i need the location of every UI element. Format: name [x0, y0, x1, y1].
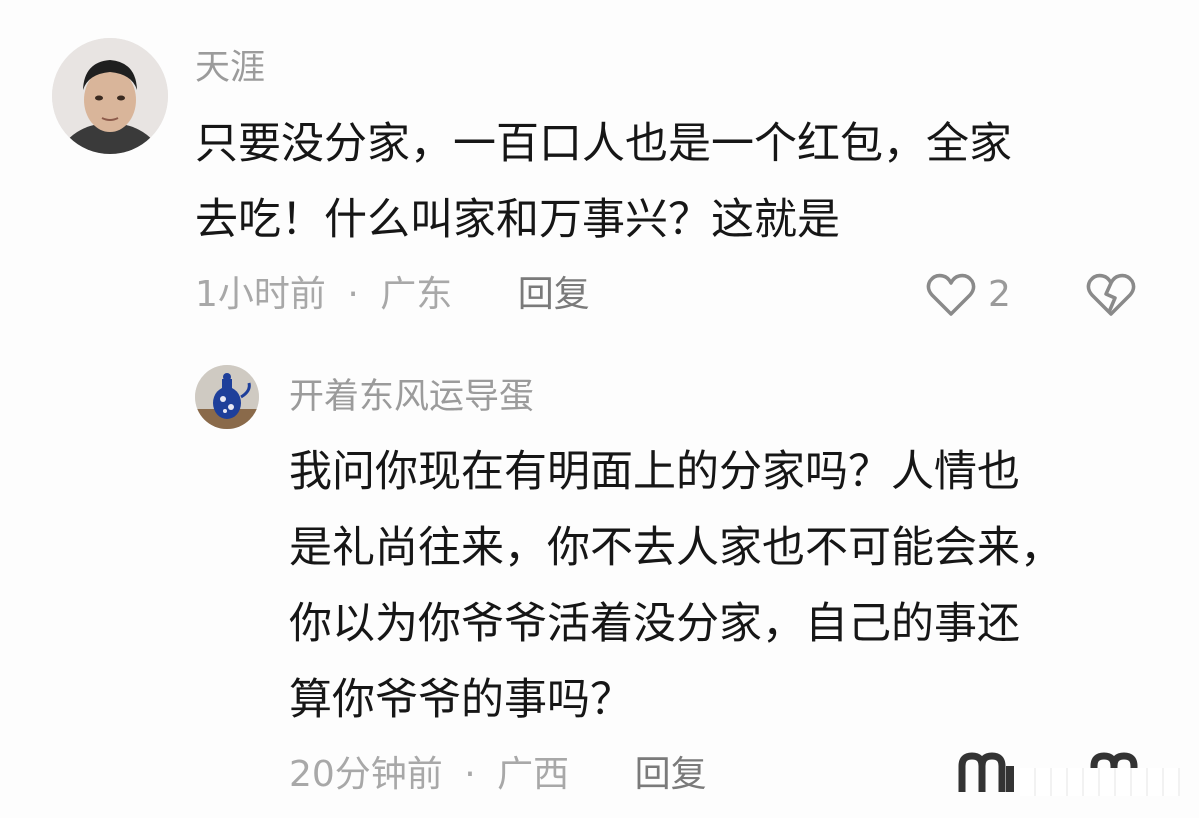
comment-line: 是礼尚往来，你不去人家也不可能会来，	[289, 523, 1063, 573]
separator: ·	[347, 274, 359, 315]
comment-line: 算你爷爷的事吗？	[289, 675, 633, 725]
separator: ·	[464, 754, 476, 795]
broken-heart-icon[interactable]	[1086, 272, 1136, 318]
location: 广东	[380, 274, 453, 315]
heart-outline-icon[interactable]	[956, 752, 1018, 792]
location: 广西	[497, 754, 570, 795]
avatar[interactable]	[195, 365, 259, 429]
username[interactable]: 开着东风运导蛋	[289, 377, 534, 417]
comment-body: 我问你现在有明面上的分家吗？人情也 是礼尚往来，你不去人家也不可能会来， 你以为…	[289, 434, 1063, 738]
reply-button[interactable]: 回复	[635, 754, 707, 795]
heart-outline-icon[interactable]	[926, 272, 976, 318]
timestamp: 1小时前	[195, 274, 326, 315]
comment-line: 去吃！什么叫家和万事兴？这就是	[195, 195, 840, 245]
comment-line: 我问你现在有明面上的分家吗？人情也	[289, 447, 1020, 497]
comment-meta: 1小时前 · 广东 回复	[195, 275, 590, 315]
reply-button[interactable]: 回复	[518, 274, 590, 315]
comment-line: 只要没分家，一百口人也是一个红包，全家	[195, 119, 1012, 169]
comment-meta: 20分钟前 · 广西 回复	[289, 755, 707, 795]
comment-line: 你以为你爷爷活着没分家，自己的事还	[289, 599, 1020, 649]
comment-body: 只要没分家，一百口人也是一个红包，全家 去吃！什么叫家和万事兴？这就是	[195, 106, 1012, 258]
like-count: 2	[988, 274, 1011, 315]
watermark-strip	[1020, 768, 1180, 796]
timestamp: 20分钟前	[289, 754, 443, 795]
avatar[interactable]	[52, 38, 168, 154]
username[interactable]: 天涯	[195, 48, 265, 88]
